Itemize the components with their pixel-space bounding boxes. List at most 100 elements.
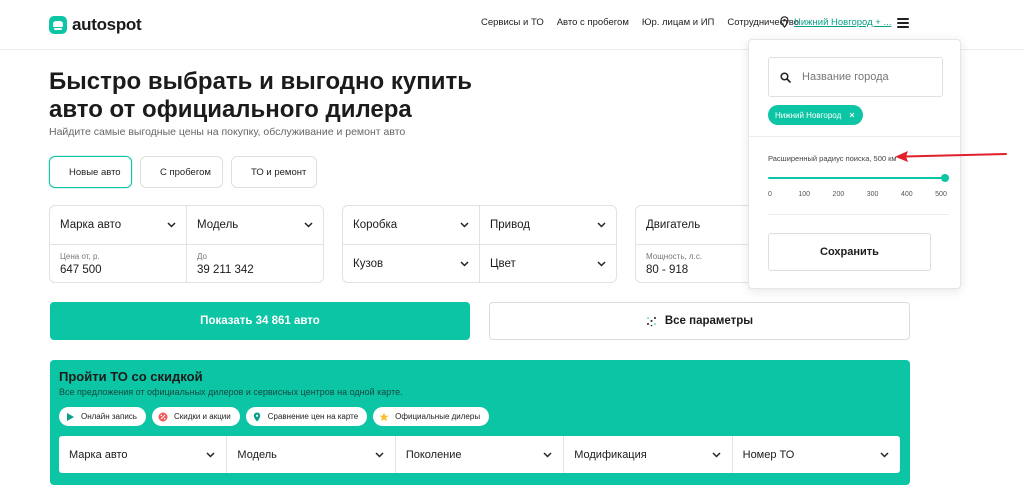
radius-tick-label: 100 (798, 191, 811, 198)
star-icon (379, 412, 389, 421)
tab-new-cars[interactable]: Новые авто (49, 156, 132, 188)
annotation-arrow (895, 151, 1007, 162)
sliders-icon (646, 316, 656, 326)
chevron-down-icon (206, 451, 215, 458)
tab-label: ТО и ремонт (251, 166, 307, 178)
search-icon (780, 71, 791, 83)
chevron-down-icon (880, 451, 889, 458)
map-pin-icon (253, 412, 260, 421)
city-dropdown-panel: Название города Нижний Новгород Расширен… (748, 39, 961, 289)
price-to-label: До (197, 252, 207, 261)
page-title: Быстро выбрать и выгодно купить авто от … (49, 68, 472, 123)
model-select[interactable]: Модель (187, 206, 323, 244)
service-number-select[interactable]: Номер ТО (733, 436, 900, 473)
promo-chips: Онлайн запись Скидки и акции Сравнение ц… (59, 407, 490, 426)
filter-group-engine: Двигатель Мощность, л.с. 80 - 918 (635, 205, 755, 283)
chevron-down-icon (375, 451, 384, 458)
tab-label: С пробегом (160, 166, 211, 178)
divider (636, 244, 754, 245)
select-label: Модификация (574, 448, 647, 461)
model-select-label: Модель (197, 219, 239, 231)
service-search-bar: Марка авто Модель Поколение Модификация … (59, 436, 900, 473)
nav-item-used-cars[interactable]: Авто с пробегом (557, 17, 629, 28)
city-search-placeholder: Название города (802, 71, 889, 83)
percent-icon (158, 412, 168, 421)
service-brand-select[interactable]: Марка авто (59, 436, 228, 473)
chip-price-map[interactable]: Сравнение цен на карте (245, 407, 368, 426)
tab-service-repair[interactable]: ТО и ремонт (231, 156, 317, 188)
select-label: Номер ТО (742, 448, 795, 461)
radius-slider-ticks: 0 100 200 300 400 500 (768, 191, 951, 201)
logo-car-icon (49, 16, 67, 34)
city-selector-label: Нижний Новгород + ... (794, 16, 892, 28)
radius-tick-label: 500 (935, 191, 947, 198)
save-button[interactable]: Сохранить (768, 233, 931, 271)
radius-slider-thumb[interactable] (941, 174, 949, 182)
chip-label: Скидки и акции (173, 412, 231, 421)
chevron-down-icon (543, 451, 552, 458)
chevron-down-icon (304, 222, 313, 228)
filter-group-transmission: Коробка Привод Кузов Цвет (342, 205, 617, 283)
radius-label: Расширенный радиус поиска, 500 км (768, 154, 897, 163)
brand-select[interactable]: Марка авто (50, 206, 186, 244)
select-label: Марка авто (69, 448, 128, 461)
color-select-label: Цвет (490, 258, 516, 270)
tab-used-cars[interactable]: С пробегом (140, 156, 223, 188)
radius-tick-label: 400 (900, 191, 913, 198)
chip-label: Онлайн запись (81, 412, 137, 421)
radius-tick-label: 200 (832, 191, 845, 198)
select-label: Модель (237, 448, 277, 461)
logo-text: autospot (72, 15, 142, 34)
nav-item-services[interactable]: Сервисы и ТО (481, 17, 544, 28)
play-icon (67, 412, 74, 421)
brand-select-label: Марка авто (60, 219, 122, 231)
gearbox-select[interactable]: Коробка (343, 206, 479, 244)
city-search-input[interactable]: Название города (768, 57, 943, 97)
service-model-select[interactable]: Модель (227, 436, 396, 473)
all-params-label: Все параметры (664, 315, 754, 327)
chip-online-booking[interactable]: Онлайн запись (59, 407, 146, 426)
power-input[interactable]: 80 - 918 (646, 264, 688, 276)
all-params-button[interactable]: Все параметры (489, 302, 910, 340)
chip-discounts[interactable]: Скидки и акции (151, 407, 240, 426)
body-select[interactable]: Кузов (343, 245, 479, 283)
divider (768, 214, 949, 215)
chevron-down-icon (167, 222, 176, 228)
drive-select-label: Привод (490, 219, 530, 231)
nav-item-business[interactable]: Юр. лицам и ИП (642, 17, 715, 28)
city-selector[interactable]: Нижний Новгород + ... (780, 16, 891, 28)
drive-select[interactable]: Привод (480, 206, 616, 244)
promo-title: Пройти ТО со скидкой (59, 369, 203, 384)
hamburger-menu-icon[interactable] (897, 18, 909, 28)
show-cars-button[interactable]: Показать 34 861 авто (50, 302, 470, 340)
chevron-down-icon (460, 222, 469, 228)
radius-slider[interactable] (768, 174, 949, 182)
color-select[interactable]: Цвет (480, 245, 616, 283)
engine-select[interactable]: Двигатель (636, 206, 754, 244)
select-label: Поколение (405, 448, 462, 461)
promo-subtitle: Все предложения от официальных дилеров и… (59, 387, 403, 397)
service-promo-banner: Пройти ТО со скидкой Все предложения от … (50, 360, 910, 485)
filter-group-brand-price: Марка авто Модель Цена от, р. 647 500 До… (49, 205, 324, 283)
chip-label: Официальные дилеры (395, 412, 481, 421)
selected-city-chip[interactable]: Нижний Новгород (768, 105, 864, 125)
chip-official-dealers[interactable]: Официальные дилеры (373, 407, 490, 426)
divider (50, 244, 323, 245)
logo[interactable]: autospot (49, 15, 142, 35)
chevron-down-icon (460, 261, 469, 267)
location-pin-icon (780, 16, 789, 28)
radius-tick-label: 0 (768, 191, 772, 198)
price-from-input[interactable]: 647 500 (60, 264, 102, 276)
engine-select-label: Двигатель (646, 219, 701, 231)
service-generation-select[interactable]: Поколение (396, 436, 565, 473)
chevron-down-icon (712, 451, 721, 458)
price-to-input[interactable]: 39 211 342 (197, 264, 254, 276)
radius-tick-label: 300 (866, 191, 879, 198)
divider (749, 136, 960, 137)
close-icon[interactable] (849, 112, 855, 118)
body-select-label: Кузов (353, 258, 384, 270)
main-nav: Сервисы и ТО Авто с пробегом Юр. лицам и… (481, 17, 812, 28)
gearbox-select-label: Коробка (353, 219, 398, 231)
service-modification-select[interactable]: Модификация (564, 436, 733, 473)
chip-label: Сравнение цен на карте (267, 412, 359, 421)
